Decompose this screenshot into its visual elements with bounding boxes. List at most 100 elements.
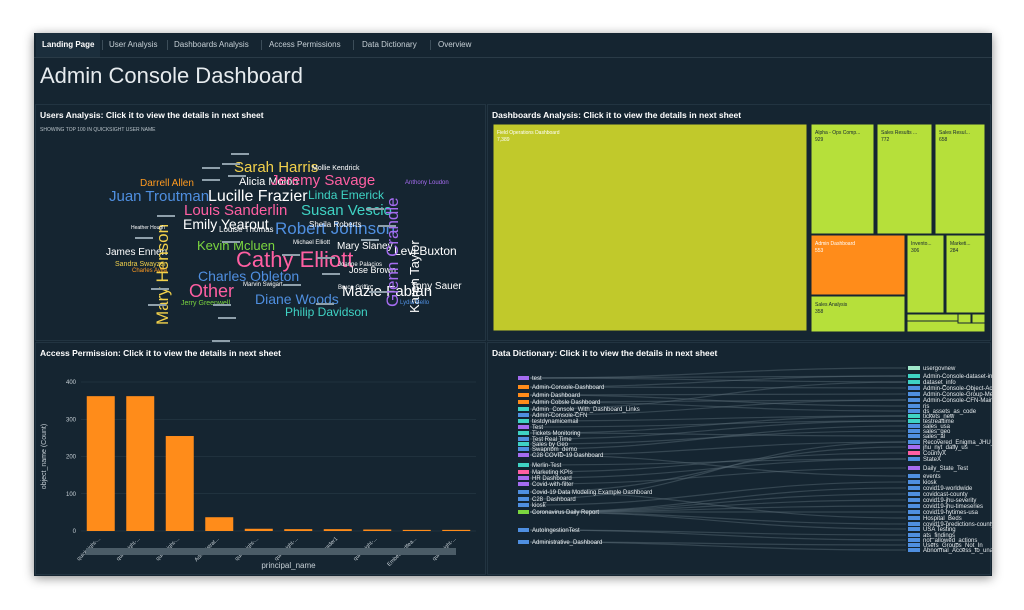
sankey-link[interactable] xyxy=(529,432,907,437)
sankey-target-node[interactable] xyxy=(908,419,920,423)
word-cloud-word[interactable]: Anthony Loudon xyxy=(405,180,449,186)
word-cloud-word[interactable]: Levi Buxton xyxy=(394,244,457,258)
bar[interactable] xyxy=(442,529,471,531)
sankey-target-node[interactable] xyxy=(908,440,920,444)
treemap-tile[interactable] xyxy=(492,123,808,332)
word-cloud-word[interactable]: Susan Vescio xyxy=(301,202,392,219)
sankey-target-node[interactable] xyxy=(908,386,920,390)
word-cloud-word[interactable]: Other xyxy=(189,281,234,301)
word-cloud-word[interactable]: Jeremy Savage xyxy=(271,172,375,189)
sankey-source-node[interactable] xyxy=(518,393,529,397)
sankey-target-node[interactable] xyxy=(908,543,920,547)
dashboards-treemap[interactable]: Field Operations Dashboard7,389 Alpha - O… xyxy=(488,105,992,342)
sankey-target-node[interactable] xyxy=(908,424,920,428)
word-cloud[interactable]: Sarah HarrisMollie KendrickAlicia MolonJ… xyxy=(36,105,487,342)
sankey-target-node[interactable] xyxy=(908,486,920,490)
sankey-source-node[interactable] xyxy=(518,482,529,486)
sankey-target-node[interactable] xyxy=(908,434,920,438)
sankey-source-node[interactable] xyxy=(518,540,529,544)
word-cloud-word[interactable]: Louise Thomas xyxy=(219,225,274,234)
sankey-source-node[interactable] xyxy=(518,407,529,411)
sankey-target-node[interactable] xyxy=(908,527,920,531)
word-cloud-word[interactable]: Sheila Roberts xyxy=(309,220,361,229)
sankey-source-node[interactable] xyxy=(518,385,529,389)
bar[interactable] xyxy=(205,517,234,531)
sankey-source-node[interactable] xyxy=(518,419,529,423)
sankey-source-node[interactable] xyxy=(518,490,529,494)
sankey-target-node[interactable] xyxy=(908,374,920,378)
sankey-target-node[interactable] xyxy=(908,451,920,455)
sankey-target-node[interactable] xyxy=(908,538,920,542)
users-analysis-panel[interactable]: Users Analysis: Click it to view the det… xyxy=(35,104,487,342)
sankey-target-node[interactable] xyxy=(908,445,920,449)
access-permission-panel[interactable]: Access Permission: Click it to view the … xyxy=(35,342,486,575)
data-dictionary-panel[interactable]: Data Dictionary: Click it to view the de… xyxy=(487,342,992,576)
sankey-target-node[interactable] xyxy=(908,533,920,537)
dashboards-analysis-panel[interactable]: Dashboards Analysis: Click it to view th… xyxy=(487,104,991,341)
sankey-source-node[interactable] xyxy=(518,497,529,501)
sankey-source-node[interactable] xyxy=(518,453,529,457)
sankey-target-node[interactable] xyxy=(908,510,920,514)
word-cloud-word[interactable]: Lydia Bello xyxy=(400,300,430,306)
treemap-tile[interactable] xyxy=(957,313,972,324)
sankey-link[interactable] xyxy=(529,467,907,485)
bar[interactable] xyxy=(165,436,194,531)
word-cloud-word[interactable]: Mary Henson xyxy=(153,224,172,325)
bar[interactable] xyxy=(244,528,273,531)
sankey-target-node[interactable] xyxy=(908,398,920,402)
sankey-source-node[interactable] xyxy=(518,376,529,380)
sankey-source-node[interactable] xyxy=(518,442,529,446)
bar[interactable] xyxy=(323,529,352,531)
word-cloud-word[interactable]: Bruce Griffin xyxy=(338,285,371,291)
sankey-target-node[interactable] xyxy=(908,498,920,502)
sankey-source-node[interactable] xyxy=(518,476,529,480)
sankey-target-node[interactable] xyxy=(908,457,920,461)
sankey-source-node[interactable] xyxy=(518,413,529,417)
word-cloud-word[interactable]: Joanne Palacios xyxy=(338,262,382,268)
bar[interactable] xyxy=(402,529,431,531)
sankey-target-node[interactable] xyxy=(908,480,920,484)
sankey-target-node[interactable] xyxy=(908,414,920,418)
word-cloud-word[interactable]: Marvin Swigart xyxy=(243,282,283,288)
sankey-source-node[interactable] xyxy=(518,463,529,467)
sankey-source-node[interactable] xyxy=(518,528,529,532)
sankey-source-node[interactable] xyxy=(518,447,529,451)
sankey-source-node[interactable] xyxy=(518,437,529,441)
sankey-target-node[interactable] xyxy=(908,522,920,526)
word-cloud-word[interactable]: Charles Avila xyxy=(132,268,168,274)
bar[interactable] xyxy=(363,529,392,531)
sankey-target-node[interactable] xyxy=(908,474,920,478)
sankey-target-node[interactable] xyxy=(908,429,920,433)
sankey-target-node[interactable] xyxy=(908,392,920,396)
sankey-source-node[interactable] xyxy=(518,400,529,404)
sankey-target-node[interactable] xyxy=(908,466,920,470)
sankey-target-node[interactable] xyxy=(908,516,920,520)
sankey-target-node[interactable] xyxy=(908,380,920,384)
tab-access-permissions[interactable]: Access Permissions xyxy=(263,33,347,57)
tab-data-dictionary[interactable]: Data Dictionary xyxy=(356,33,423,57)
word-cloud-word[interactable]: Philip Davidson xyxy=(285,305,368,319)
sankey-source-node[interactable] xyxy=(518,470,529,474)
sankey-target-node[interactable] xyxy=(908,366,920,370)
sankey-target-node[interactable] xyxy=(908,409,920,413)
word-cloud-word[interactable]: Mollie Kendrick xyxy=(312,165,360,172)
data-dictionary-sankey[interactable]: test Admin-Console-Dashboard Admin Dashboa… xyxy=(488,343,992,576)
tab-landing-page[interactable]: Landing Page xyxy=(36,33,101,57)
sankey-target-node[interactable] xyxy=(908,404,920,408)
sankey-target-node[interactable] xyxy=(908,548,920,552)
word-cloud-word[interactable]: Glenn Crandle xyxy=(383,197,402,307)
sankey-source-node[interactable] xyxy=(518,425,529,429)
sankey-source-node[interactable] xyxy=(518,503,529,507)
scrollbar-thumb[interactable] xyxy=(86,548,456,555)
word-cloud-word[interactable]: Michael Elliott xyxy=(293,240,330,246)
bar[interactable] xyxy=(126,396,155,531)
treemap-tile[interactable] xyxy=(971,313,986,324)
tab-overview[interactable]: Overview xyxy=(432,33,477,57)
word-cloud-word[interactable]: Linda Emerick xyxy=(308,188,385,202)
tab-dashboards-analysis[interactable]: Dashboards Analysis xyxy=(168,33,255,57)
bar[interactable] xyxy=(284,529,313,531)
bar[interactable] xyxy=(86,396,115,531)
sankey-source-node[interactable] xyxy=(518,431,529,435)
access-bar-chart[interactable]: 0100200300400quicksight-...quicksight-..… xyxy=(36,343,487,576)
tab-user-analysis[interactable]: User Analysis xyxy=(103,33,163,57)
